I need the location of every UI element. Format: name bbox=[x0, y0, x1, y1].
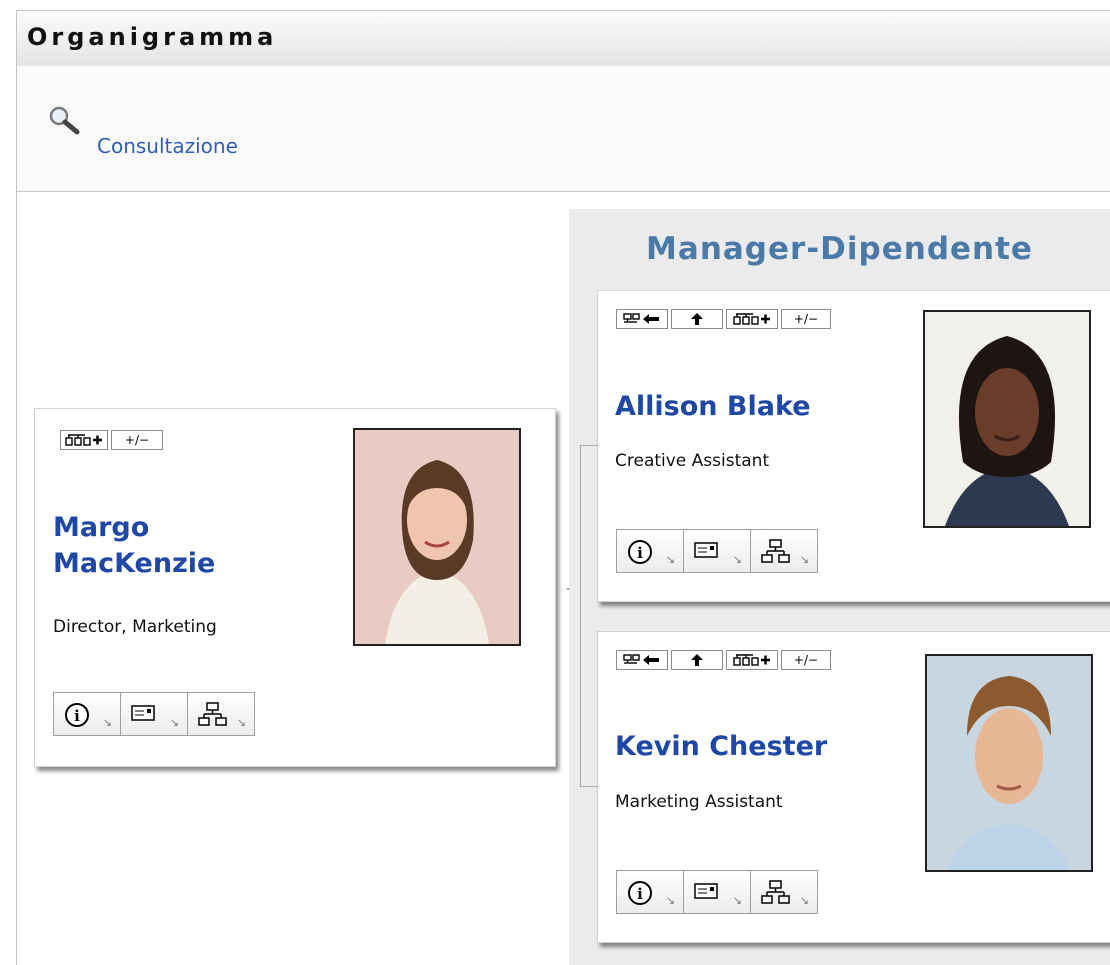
show-reports-button[interactable] bbox=[60, 430, 108, 450]
person-photo bbox=[925, 654, 1093, 872]
info-button[interactable]: i ↘ bbox=[53, 692, 121, 736]
email-card-icon bbox=[131, 705, 155, 721]
show-reports-button[interactable] bbox=[726, 650, 778, 670]
up-arrow-icon bbox=[691, 654, 703, 666]
svg-text:i: i bbox=[637, 544, 643, 562]
card-actions: +/− bbox=[616, 309, 831, 329]
person-card[interactable]: +/− Margo MacKenzie Director, Marketing … bbox=[34, 408, 556, 767]
card-actions: +/− bbox=[616, 650, 831, 670]
add-reports-icon bbox=[733, 654, 770, 666]
portrait-image bbox=[947, 676, 1071, 870]
info-icon: i bbox=[628, 881, 652, 905]
email-button[interactable]: ↘ bbox=[120, 692, 188, 736]
email-card-icon bbox=[694, 542, 718, 558]
info-button[interactable]: i ↘ bbox=[616, 870, 684, 914]
person-photo bbox=[353, 428, 521, 646]
expand-toggle-button[interactable]: +/− bbox=[111, 430, 163, 450]
title-bar: Organigramma bbox=[17, 10, 1110, 67]
show-reports-button[interactable] bbox=[726, 309, 778, 329]
org-chart-button[interactable]: ↘ bbox=[750, 870, 818, 914]
info-icon: i bbox=[65, 703, 89, 727]
add-reports-icon bbox=[733, 313, 770, 325]
show-manager-button[interactable] bbox=[616, 650, 668, 670]
org-chart-icon bbox=[761, 539, 790, 563]
org-chart-button[interactable]: ↘ bbox=[750, 529, 818, 573]
up-button[interactable] bbox=[671, 309, 723, 329]
portrait-image bbox=[945, 336, 1069, 526]
magnifier-icon bbox=[49, 106, 80, 135]
person-name[interactable]: Margo MacKenzie bbox=[53, 510, 253, 582]
email-button[interactable]: ↘ bbox=[683, 870, 751, 914]
person-name[interactable]: Allison Blake bbox=[615, 389, 811, 425]
up-arrow-icon bbox=[691, 313, 703, 325]
email-card-icon bbox=[694, 883, 718, 899]
card-tools: i ↘ ↘ ↘ bbox=[53, 692, 255, 736]
person-title: Creative Assistant bbox=[615, 451, 770, 471]
lookup-label: Consultazione bbox=[97, 134, 238, 158]
add-reports-icon bbox=[65, 434, 102, 446]
toolbar: Consultazione bbox=[17, 66, 1110, 192]
svg-text:i: i bbox=[74, 707, 80, 725]
connector-dot bbox=[567, 588, 569, 590]
person-title: Marketing Assistant bbox=[615, 792, 783, 812]
card-actions: +/− bbox=[60, 430, 163, 450]
group-title: Manager-Dipendente bbox=[646, 231, 1033, 267]
card-tools: i ↘ ↘ ↘ bbox=[616, 529, 818, 573]
info-icon: i bbox=[628, 540, 652, 564]
person-card[interactable]: +/− Allison Blake Creative Assistant i ↘ bbox=[597, 290, 1110, 602]
svg-text:i: i bbox=[637, 885, 643, 903]
up-button[interactable] bbox=[671, 650, 723, 670]
expand-toggle-label: +/− bbox=[793, 312, 819, 326]
manager-arrow-icon bbox=[623, 313, 659, 324]
email-button[interactable]: ↘ bbox=[683, 529, 751, 573]
expand-toggle-button[interactable]: +/− bbox=[781, 650, 831, 670]
expand-toggle-label: +/− bbox=[124, 433, 150, 447]
org-chart-icon bbox=[761, 880, 790, 904]
page-title: Organigramma bbox=[27, 23, 278, 51]
manager-arrow-icon bbox=[623, 654, 659, 665]
person-photo bbox=[923, 310, 1091, 528]
card-tools: i ↘ ↘ ↘ bbox=[616, 870, 818, 914]
show-manager-button[interactable] bbox=[616, 309, 668, 329]
person-title: Director, Marketing bbox=[53, 617, 217, 637]
person-name[interactable]: Kevin Chester bbox=[615, 729, 827, 765]
info-button[interactable]: i ↘ bbox=[616, 529, 684, 573]
org-chart-icon bbox=[198, 702, 227, 726]
expand-toggle-label: +/− bbox=[793, 653, 819, 667]
expand-toggle-button[interactable]: +/− bbox=[781, 309, 831, 329]
org-chart-button[interactable]: ↘ bbox=[187, 692, 255, 736]
portrait-image bbox=[385, 460, 489, 644]
person-card[interactable]: +/− Kevin Chester Marketing Assistant i … bbox=[597, 631, 1110, 943]
